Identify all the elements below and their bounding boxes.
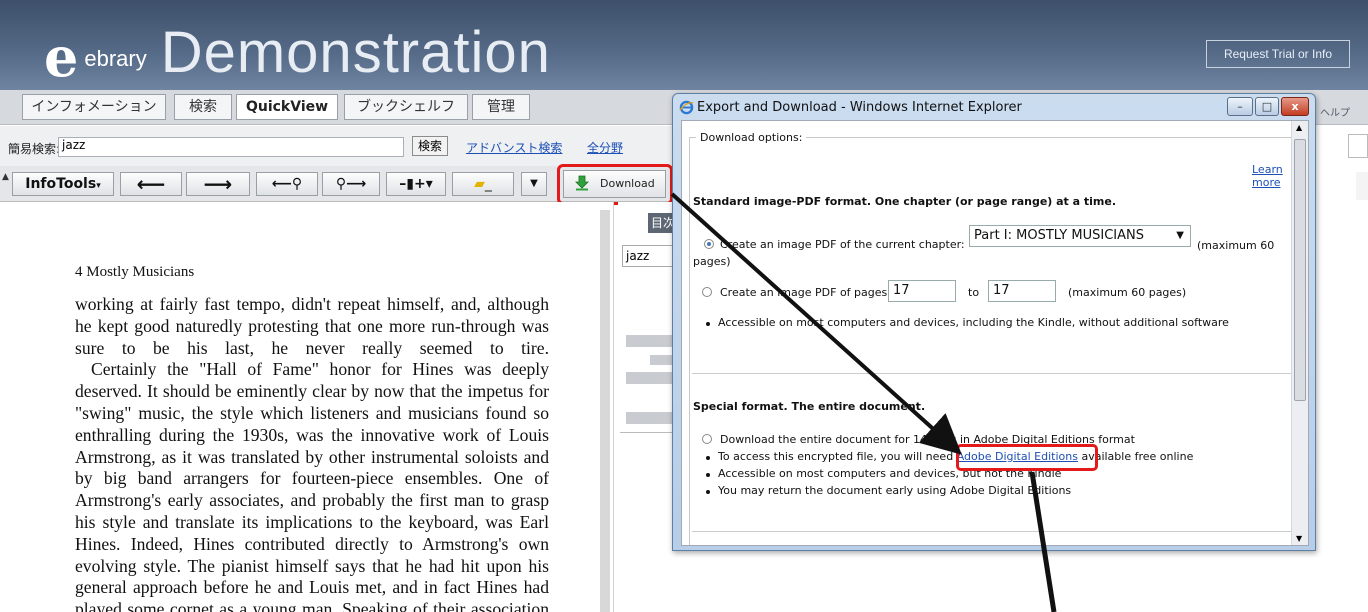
- arrow-to-ade-link: [670, 192, 962, 455]
- app-root: e ebrary Demonstration Request Trial or …: [0, 0, 1368, 612]
- arrow-from-bottom: [1029, 471, 1057, 612]
- annotation-arrows: [670, 192, 1057, 612]
